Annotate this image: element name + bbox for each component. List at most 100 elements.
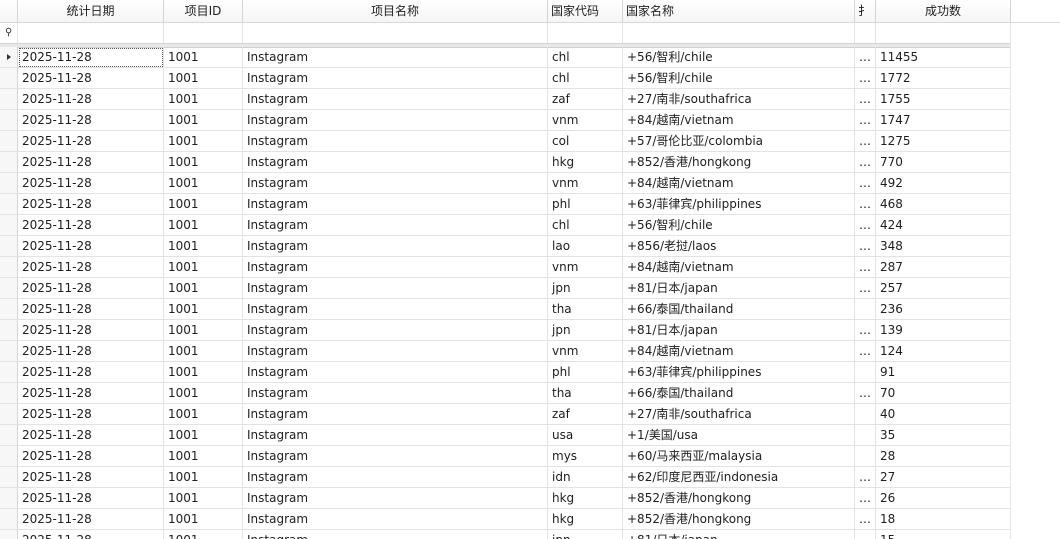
cell-country-code[interactable]: zaf <box>548 89 623 110</box>
row-indicator[interactable] <box>0 236 18 257</box>
cell-success[interactable]: 27 <box>876 467 1011 488</box>
cell-success[interactable]: 18 <box>876 509 1011 530</box>
table-row[interactable]: 2025-11-28 1001 Instagram zaf +27/南非/southaf… <box>0 404 1011 425</box>
table-row[interactable]: 2025-11-28 1001 Instagram tha +66/泰国/thailan… <box>0 383 1011 404</box>
cell-project-id[interactable]: 1001 <box>164 446 243 467</box>
row-indicator[interactable] <box>0 425 18 446</box>
cell-country-name[interactable]: +84/越南/vietnam <box>623 110 855 131</box>
cell-truncated[interactable]: … <box>855 509 876 530</box>
cell-success[interactable]: 424 <box>876 215 1011 236</box>
cell-truncated[interactable] <box>855 404 876 425</box>
cell-truncated[interactable]: … <box>855 467 876 488</box>
table-row[interactable]: 2025-11-28 1001 Instagram chl +56/智利/chile… 4… <box>0 215 1011 236</box>
cell-project-id[interactable]: 1001 <box>164 404 243 425</box>
cell-date[interactable]: 2025-11-28 <box>18 404 164 425</box>
cell-country-name[interactable]: +66/泰国/thailand <box>623 383 855 404</box>
cell-country-code[interactable]: phl <box>548 362 623 383</box>
cell-date[interactable]: 2025-11-28 <box>18 68 164 89</box>
cell-country-code[interactable]: phl <box>548 194 623 215</box>
column-header-project-name[interactable]: 项目名称 <box>243 0 548 22</box>
cell-country-name[interactable]: +81/日本/japan <box>623 278 855 299</box>
cell-project-id[interactable]: 1001 <box>164 68 243 89</box>
cell-success[interactable]: 492 <box>876 173 1011 194</box>
cell-country-name[interactable]: +27/南非/southafrica <box>623 404 855 425</box>
cell-country-name[interactable]: +852/香港/hongkong <box>623 152 855 173</box>
cell-project-name[interactable]: Instagram <box>243 404 548 425</box>
cell-project-name[interactable]: Instagram <box>243 194 548 215</box>
row-indicator[interactable] <box>0 509 18 530</box>
cell-truncated[interactable]: … <box>855 152 876 173</box>
cell-date[interactable]: 2025-11-28 <box>18 47 164 68</box>
cell-date[interactable]: 2025-11-28 <box>18 257 164 278</box>
cell-date[interactable]: 2025-11-28 <box>18 446 164 467</box>
table-row[interactable]: 2025-11-28 1001 Instagram vnm +84/越南/vietnam… <box>0 257 1011 278</box>
cell-project-id[interactable]: 1001 <box>164 425 243 446</box>
row-indicator[interactable] <box>0 257 18 278</box>
cell-project-name[interactable]: Instagram <box>243 152 548 173</box>
cell-truncated[interactable]: … <box>855 194 876 215</box>
cell-project-id[interactable]: 1001 <box>164 341 243 362</box>
row-indicator[interactable] <box>0 488 18 509</box>
cell-country-code[interactable]: lao <box>548 236 623 257</box>
cell-truncated[interactable] <box>855 362 876 383</box>
cell-project-name[interactable]: Instagram <box>243 173 548 194</box>
cell-project-name[interactable]: Instagram <box>243 530 548 539</box>
cell-project-id[interactable]: 1001 <box>164 194 243 215</box>
row-indicator[interactable] <box>0 131 18 152</box>
cell-project-name[interactable]: Instagram <box>243 215 548 236</box>
cell-country-code[interactable]: chl <box>548 68 623 89</box>
cell-project-id[interactable]: 1001 <box>164 215 243 236</box>
table-row[interactable]: 2025-11-28 1001 Instagram chl +56/智利/chile… 1… <box>0 47 1011 68</box>
cell-project-id[interactable]: 1001 <box>164 47 243 68</box>
cell-country-code[interactable]: mys <box>548 446 623 467</box>
filter-cell[interactable] <box>548 23 623 43</box>
cell-country-code[interactable]: hkg <box>548 509 623 530</box>
cell-project-name[interactable]: Instagram <box>243 236 548 257</box>
cell-country-name[interactable]: +63/菲律宾/philippines <box>623 194 855 215</box>
cell-truncated[interactable]: … <box>855 257 876 278</box>
cell-country-name[interactable]: +27/南非/southafrica <box>623 89 855 110</box>
cell-truncated[interactable]: … <box>855 320 876 341</box>
cell-country-name[interactable]: +84/越南/vietnam <box>623 257 855 278</box>
cell-truncated[interactable]: … <box>855 341 876 362</box>
cell-country-name[interactable]: +852/香港/hongkong <box>623 488 855 509</box>
cell-success[interactable]: 468 <box>876 194 1011 215</box>
table-row[interactable]: 2025-11-28 1001 Instagram vnm +84/越南/vietnam… <box>0 173 1011 194</box>
cell-project-id[interactable]: 1001 <box>164 110 243 131</box>
cell-country-code[interactable]: chl <box>548 47 623 68</box>
cell-date[interactable]: 2025-11-28 <box>18 215 164 236</box>
cell-truncated[interactable]: … <box>855 89 876 110</box>
cell-date[interactable]: 2025-11-28 <box>18 278 164 299</box>
cell-country-name[interactable]: +81/日本/japan <box>623 320 855 341</box>
table-row[interactable]: 2025-11-28 1001 Instagram jpn +81/日本/japan… 1… <box>0 320 1011 341</box>
cell-project-name[interactable]: Instagram <box>243 89 548 110</box>
table-row[interactable]: 2025-11-28 1001 Instagram mys +60/马来西亚/malay… <box>0 446 1011 467</box>
row-indicator[interactable] <box>0 194 18 215</box>
cell-project-id[interactable]: 1001 <box>164 173 243 194</box>
filter-cell[interactable] <box>18 23 164 43</box>
cell-country-name[interactable]: +56/智利/chile <box>623 68 855 89</box>
cell-success[interactable]: 236 <box>876 299 1011 320</box>
cell-country-code[interactable]: jpn <box>548 320 623 341</box>
cell-project-name[interactable]: Instagram <box>243 257 548 278</box>
table-row[interactable]: 2025-11-28 1001 Instagram tha +66/泰国/thailan… <box>0 299 1011 320</box>
table-row[interactable]: 2025-11-28 1001 Instagram phl +63/菲律宾/philip… <box>0 194 1011 215</box>
cell-date[interactable]: 2025-11-28 <box>18 173 164 194</box>
cell-country-name[interactable]: +63/菲律宾/philippines <box>623 362 855 383</box>
cell-project-id[interactable]: 1001 <box>164 488 243 509</box>
cell-project-id[interactable]: 1001 <box>164 278 243 299</box>
filter-cell[interactable] <box>855 23 876 43</box>
cell-success[interactable]: 1747 <box>876 110 1011 131</box>
cell-truncated[interactable]: … <box>855 488 876 509</box>
cell-country-code[interactable]: col <box>548 131 623 152</box>
cell-success[interactable]: 348 <box>876 236 1011 257</box>
cell-country-name[interactable]: +852/香港/hongkong <box>623 509 855 530</box>
cell-project-id[interactable]: 1001 <box>164 320 243 341</box>
cell-success[interactable]: 15 <box>876 530 1011 539</box>
cell-project-name[interactable]: Instagram <box>243 110 548 131</box>
row-indicator[interactable] <box>0 383 18 404</box>
cell-date[interactable]: 2025-11-28 <box>18 152 164 173</box>
cell-truncated[interactable]: … <box>855 68 876 89</box>
cell-truncated[interactable] <box>855 530 876 539</box>
row-indicator[interactable] <box>0 341 18 362</box>
